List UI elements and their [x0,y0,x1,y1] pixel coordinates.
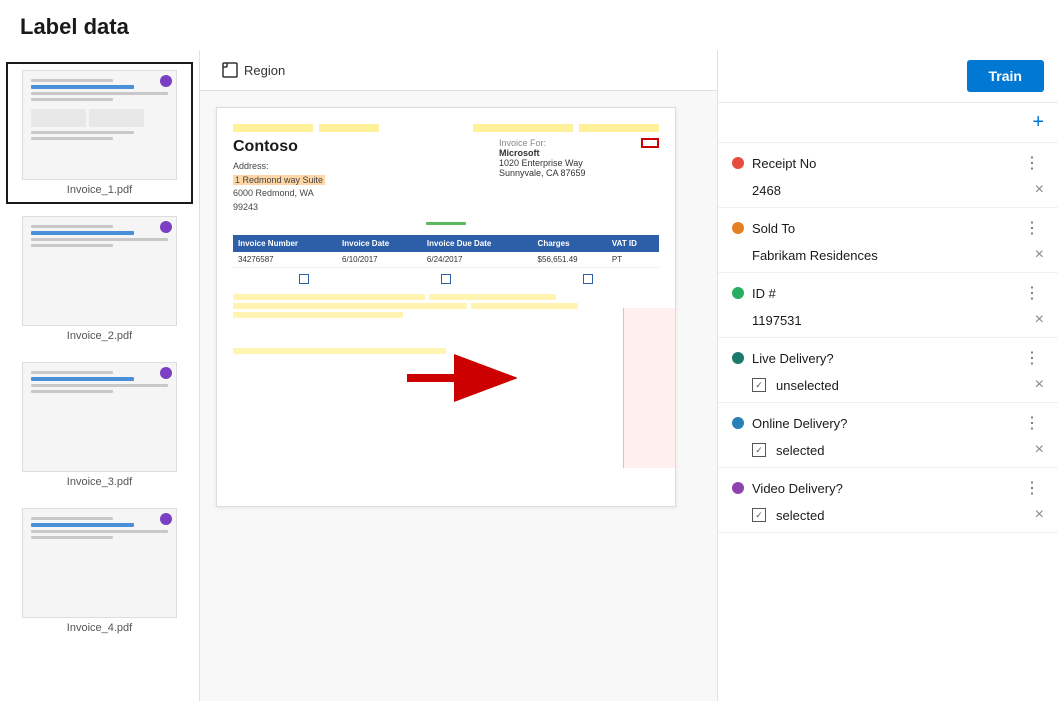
region-label: Region [244,63,285,78]
label-value-live-delivery: unselected [776,378,1029,393]
label-delete-button-online-delivery[interactable]: × [1035,441,1044,459]
sidebar-item-label: Invoice_4.pdf [67,622,132,634]
label-value-receipt-no: 2468 [752,183,1029,198]
label-menu-button-id[interactable]: ⋮ [1020,281,1044,305]
right-panel: Train + Receipt No ⋮ 2468 × [718,50,1058,701]
label-name-receipt-no: Receipt No [752,156,1012,171]
label-name-video-delivery: Video Delivery? [752,481,1012,496]
checkbox-icon-live: ✓ [752,378,766,392]
add-label-button[interactable]: + [1032,111,1044,134]
label-menu-button-online-delivery[interactable]: ⋮ [1020,411,1044,435]
label-menu-button-receipt-no[interactable]: ⋮ [1020,151,1044,175]
checkbox-icon-online: ✓ [752,443,766,457]
label-delete-button-live-delivery[interactable]: × [1035,376,1044,394]
checkbox-icon-video: ✓ [752,508,766,522]
label-dot-sold-to [732,222,744,234]
label-name-online-delivery: Online Delivery? [752,416,1012,431]
sidebar-item-label: Invoice_1.pdf [67,184,132,196]
label-menu-button-sold-to[interactable]: ⋮ [1020,216,1044,240]
canvas-area: Region Contoso Address: [200,50,718,701]
label-delete-button-video-delivery[interactable]: × [1035,506,1044,524]
checkbox-col3 [583,274,593,284]
label-item-video-delivery: Video Delivery? ⋮ ✓ selected × [718,468,1058,533]
label-item-online-delivery: Online Delivery? ⋮ ✓ selected × [718,403,1058,468]
label-name-sold-to: Sold To [752,221,1012,236]
company-name: Contoso [233,138,499,156]
region-icon [222,62,238,78]
label-item-live-delivery: Live Delivery? ⋮ ✓ unselected × [718,338,1058,403]
sidebar-item-invoice1[interactable]: Invoice_1.pdf [6,62,193,204]
label-menu-button-live-delivery[interactable]: ⋮ [1020,346,1044,370]
label-value-id: 1197531 [752,313,1029,328]
page-title: Label data [0,0,1058,50]
pink-highlight-area [623,308,675,468]
label-dot-online-delivery [732,417,744,429]
sidebar-item-label: Invoice_2.pdf [67,330,132,342]
region-button[interactable]: Region [214,58,293,82]
label-name-id: ID # [752,286,1012,301]
label-delete-button-id[interactable]: × [1035,311,1044,329]
invoice-table: Invoice Number Invoice Date Invoice Due … [233,235,659,268]
label-delete-button-receipt-no[interactable]: × [1035,181,1044,199]
label-value-online-delivery: selected [776,443,1029,458]
labels-list: Receipt No ⋮ 2468 × Sold To ⋮ Fabrikam R… [718,143,1058,701]
red-rect-icon [641,138,659,148]
label-dot-id [732,287,744,299]
label-value-video-delivery: selected [776,508,1029,523]
label-delete-button-sold-to[interactable]: × [1035,246,1044,264]
address-block: Address: 1 Redmond way Suite 6000 Redmon… [233,160,499,214]
label-name-live-delivery: Live Delivery? [752,351,1012,366]
sidebar-item-invoice4[interactable]: Invoice_4.pdf [6,500,193,642]
sidebar-item-invoice3[interactable]: Invoice_3.pdf [6,354,193,496]
red-arrow [397,353,517,406]
label-dot-video-delivery [732,482,744,494]
sidebar: Invoice_1.pdf Invoice_2.pdf [0,50,200,701]
checkbox-col1 [299,274,309,284]
label-menu-button-video-delivery[interactable]: ⋮ [1020,476,1044,500]
sidebar-item-label: Invoice_3.pdf [67,476,132,488]
label-item-receipt-no: Receipt No ⋮ 2468 × [718,143,1058,208]
label-item-id: ID # ⋮ 1197531 × [718,273,1058,338]
label-dot-live-delivery [732,352,744,364]
label-item-sold-to: Sold To ⋮ Fabrikam Residences × [718,208,1058,273]
sidebar-item-invoice2[interactable]: Invoice_2.pdf [6,208,193,350]
invoice-for-block: Invoice For: Microsoft 1020 Enterprise W… [499,138,629,178]
train-button[interactable]: Train [967,60,1044,92]
checkbox-col2 [441,274,451,284]
label-dot-receipt-no [732,157,744,169]
label-value-sold-to: Fabrikam Residences [752,248,1029,263]
